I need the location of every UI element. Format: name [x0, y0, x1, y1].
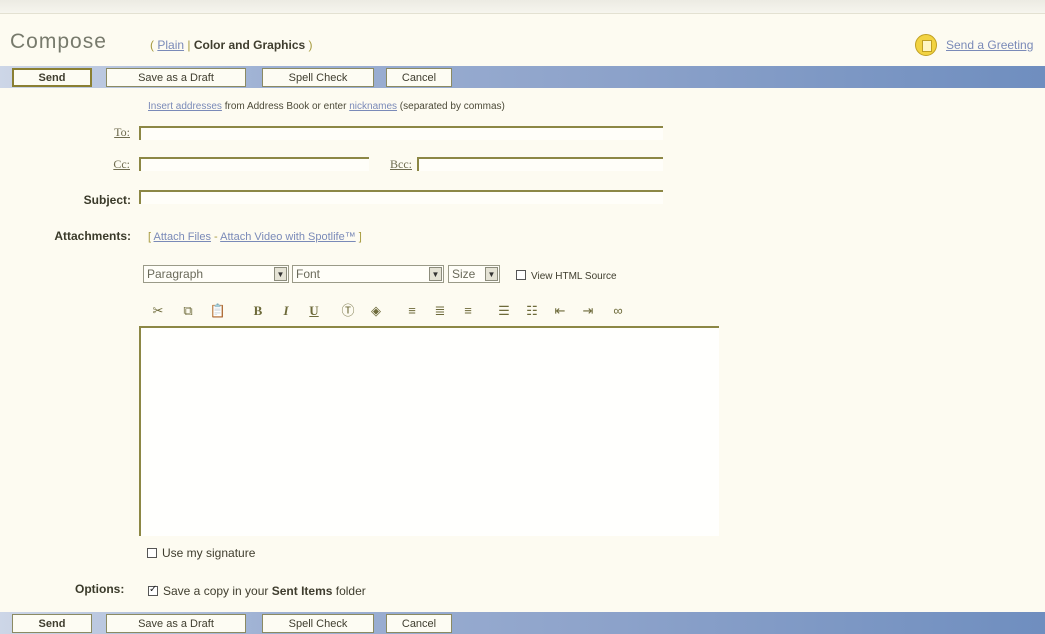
bulleted-list-icon[interactable]: ☷ — [522, 300, 542, 322]
color-graphics-mode-label: Color and Graphics — [193, 38, 306, 52]
subject-label: Subject: — [83, 193, 131, 207]
cancel-button-bottom[interactable]: Cancel — [386, 614, 452, 633]
attach-video-link[interactable]: Attach Video with Spotlife™ — [220, 231, 356, 243]
save-copy-checkbox[interactable] — [148, 584, 158, 596]
insert-link-icon[interactable]: ∞ — [608, 300, 628, 322]
font-select[interactable]: Font ▼ — [292, 265, 444, 283]
copy-icon[interactable]: ⧉ — [178, 300, 198, 322]
compose-mode-switch: ( Plain | Color and Graphics ) — [150, 38, 313, 52]
attachments-label: Attachments: — [54, 229, 131, 243]
save-draft-button[interactable]: Save as a Draft — [106, 68, 246, 87]
use-signature-checkbox[interactable] — [147, 548, 157, 558]
to-label-link[interactable]: To: — [84, 125, 130, 140]
subject-field[interactable] — [139, 190, 663, 204]
bcc-label-link[interactable]: Bcc: — [372, 157, 412, 172]
spell-check-button-bottom[interactable]: Spell Check — [262, 614, 374, 633]
paragraph-select[interactable]: Paragraph ▼ — [143, 265, 289, 283]
insert-addresses-link[interactable]: Insert addresses — [148, 101, 222, 112]
size-select[interactable]: Size ▼ — [448, 265, 500, 283]
text-color-icon[interactable]: Ⓣ — [338, 300, 358, 322]
align-left-icon[interactable]: ≡ — [402, 300, 422, 322]
bold-icon[interactable]: B — [248, 300, 268, 322]
cut-icon[interactable]: ✂ — [148, 300, 168, 322]
use-signature-option[interactable]: Use my signature — [147, 546, 255, 560]
send-button[interactable]: Send — [12, 68, 92, 87]
view-html-source-toggle[interactable]: View HTML Source — [516, 270, 617, 282]
outdent-icon[interactable]: ⇤ — [550, 300, 570, 322]
highlight-icon[interactable]: ◈ — [366, 300, 386, 322]
message-body-editor[interactable] — [139, 326, 719, 536]
attachments-links: [ Attach Files - Attach Video with Spotl… — [148, 231, 362, 243]
save-draft-button-bottom[interactable]: Save as a Draft — [106, 614, 246, 633]
cc-field[interactable] — [139, 157, 369, 171]
bcc-field[interactable] — [417, 157, 663, 171]
paste-icon[interactable]: 📋 — [208, 300, 228, 322]
compose-header: Compose ( Plain | Color and Graphics ) S… — [0, 28, 1045, 62]
chevron-down-icon: ▼ — [485, 267, 498, 281]
attach-files-link[interactable]: Attach Files — [154, 231, 211, 243]
nicknames-link[interactable]: nicknames — [349, 101, 397, 112]
underline-icon[interactable]: U — [304, 300, 324, 322]
top-button-bar: Send Save as a Draft Spell Check Cancel — [0, 66, 1045, 88]
cancel-button[interactable]: Cancel — [386, 68, 452, 87]
page-title: Compose — [10, 30, 107, 53]
greeting-card-icon — [915, 34, 937, 56]
bottom-button-bar: Send Save as a Draft Spell Check Cancel — [0, 612, 1045, 634]
align-center-icon[interactable]: ≣ — [430, 300, 450, 322]
spell-check-button[interactable]: Spell Check — [262, 68, 374, 87]
numbered-list-icon[interactable]: ☰ — [494, 300, 514, 322]
to-field[interactable] — [139, 126, 663, 140]
top-strip — [0, 0, 1045, 14]
view-html-checkbox[interactable] — [516, 270, 526, 280]
chevron-down-icon: ▼ — [429, 267, 442, 281]
italic-icon[interactable]: I — [276, 300, 296, 322]
chevron-down-icon: ▼ — [274, 267, 287, 281]
indent-icon[interactable]: ⇥ — [578, 300, 598, 322]
save-copy-option[interactable]: Save a copy in your Sent Items folder — [148, 584, 366, 598]
align-right-icon[interactable]: ≡ — [458, 300, 478, 322]
plain-mode-link[interactable]: Plain — [157, 38, 184, 52]
send-button-bottom[interactable]: Send — [12, 614, 92, 633]
address-hint: Insert addresses from Address Book or en… — [148, 101, 505, 112]
cc-label-link[interactable]: Cc: — [84, 157, 130, 172]
options-label: Options: — [75, 582, 125, 596]
send-greeting-link[interactable]: Send a Greeting — [915, 32, 1033, 58]
